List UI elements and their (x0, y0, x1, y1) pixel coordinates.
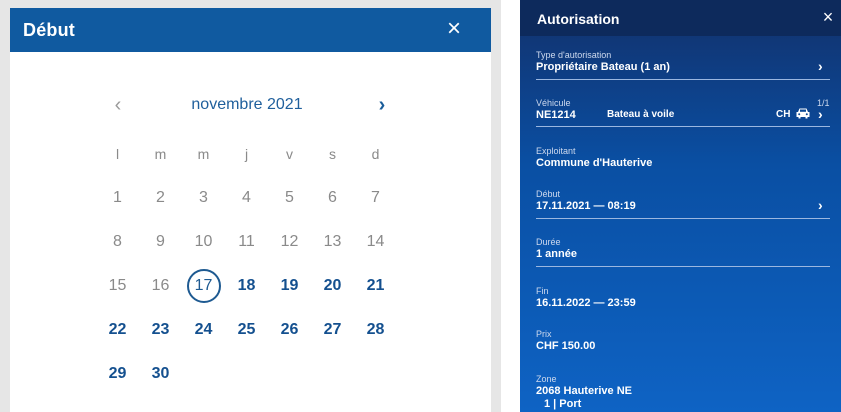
weekday-label: v (286, 146, 293, 162)
calendar-day[interactable]: 19 (268, 264, 311, 308)
calendar-day: 8 (113, 233, 122, 250)
calendar-day[interactable]: 28 (354, 308, 397, 352)
calendar-day[interactable]: 30 (139, 352, 182, 396)
weekday-label: m (154, 146, 167, 162)
calendar-day: 11 (238, 233, 255, 250)
field-divider (536, 266, 830, 267)
calendar-day: 7 (371, 189, 380, 206)
calendar-grid: l m m j v s d 1 2 3 4 5 6 7 8 9 10 11 12 13 14 15 16 17 1… (96, 132, 397, 396)
duration-field[interactable]: Durée 1 année (520, 237, 841, 271)
field-label: Début (536, 189, 561, 199)
weekday-label: m (197, 146, 210, 162)
close-icon[interactable]: × (818, 7, 838, 27)
field-label: Exploitant (536, 146, 576, 156)
calendar-day: 13 (323, 233, 342, 250)
date-picker-panel: Début × ‹ novembre 2021 › l m m j v s d … (10, 8, 491, 412)
calendar-day: 6 (328, 189, 337, 206)
calendar-day: 4 (242, 189, 251, 206)
field-label: Prix (536, 329, 552, 339)
field-label: Véhicule (536, 98, 571, 108)
field-value: Propriétaire Bateau (1 an) (536, 61, 670, 73)
vehicle-type: Bateau à voile (607, 109, 675, 120)
field-divider (536, 218, 830, 219)
calendar-day: 12 (280, 233, 299, 250)
zone-sub-value: 1 | Port (544, 398, 582, 410)
field-label: Durée (536, 237, 561, 247)
vehicle-plate: NE1214 (536, 109, 576, 121)
zone-field: Zone 2068 Hauterive NE 1 | Port (520, 374, 841, 412)
chevron-left-icon[interactable]: ‹ (108, 94, 128, 118)
calendar-day: 1 (113, 189, 122, 206)
weekday-label: l (115, 146, 120, 162)
field-label: Zone (536, 374, 557, 384)
month-label[interactable]: novembre 2021 (172, 96, 322, 114)
calendar-day[interactable]: 23 (139, 308, 182, 352)
end-field: Fin 16.11.2022 — 23:59 (520, 286, 841, 316)
vehicle-country: CH (776, 109, 791, 120)
field-label: Fin (536, 286, 549, 296)
field-divider (536, 126, 830, 127)
car-icon (796, 108, 810, 119)
calendar-day: 2 (156, 189, 165, 206)
authorisation-title: Autorisation (537, 11, 620, 27)
calendar-day: 15 (108, 277, 127, 294)
chevron-right-icon[interactable]: › (818, 106, 823, 122)
start-field[interactable]: Début 17.11.2021 — 08:19 › (520, 189, 841, 223)
field-value: 1 année (536, 248, 577, 260)
date-picker-header: Début × (10, 8, 491, 52)
calendar-day: 3 (199, 189, 208, 206)
field-value: CHF 150.00 (536, 340, 596, 352)
calendar-day[interactable]: 25 (225, 308, 268, 352)
vehicle-field[interactable]: Véhicule 1/1 NE1214 Bateau à voile CH › (520, 98, 841, 132)
field-value: 17.11.2021 — 08:19 (536, 200, 636, 212)
calendar-day-selected[interactable]: 17 (182, 264, 225, 308)
calendar-day[interactable]: 18 (225, 264, 268, 308)
calendar-day[interactable]: 26 (268, 308, 311, 352)
calendar-day: 14 (366, 233, 385, 250)
operator-field: Exploitant Commune d'Hauterive (520, 146, 841, 176)
date-picker-title: Début (23, 20, 75, 40)
authorisation-header: Autorisation × (520, 0, 841, 36)
weekday-label: s (329, 146, 336, 162)
field-value: 16.11.2022 — 23:59 (536, 297, 636, 309)
chevron-right-icon[interactable]: › (818, 58, 823, 74)
date-picker-dialog: Début × ‹ novembre 2021 › l m m j v s d … (0, 0, 501, 412)
calendar-day[interactable]: 29 (96, 352, 139, 396)
authorisation-type-field[interactable]: Type d'autorisation Propriétaire Bateau … (520, 50, 841, 84)
calendar-day: 9 (156, 233, 165, 250)
calendar-day[interactable]: 22 (96, 308, 139, 352)
close-icon[interactable]: × (441, 16, 467, 42)
calendar-day[interactable]: 27 (311, 308, 354, 352)
calendar-day[interactable]: 24 (182, 308, 225, 352)
price-field: Prix CHF 150.00 (520, 329, 841, 359)
field-value: Commune d'Hauterive (536, 157, 653, 169)
chevron-right-icon[interactable]: › (372, 94, 392, 118)
calendar-day: 5 (285, 189, 294, 206)
calendar-day: 10 (194, 233, 213, 250)
field-value: 2068 Hauterive NE (536, 385, 632, 397)
field-label: Type d'autorisation (536, 50, 612, 60)
calendar-day[interactable]: 20 (311, 264, 354, 308)
calendar-day[interactable]: 21 (354, 264, 397, 308)
weekday-label: j (244, 146, 249, 162)
weekday-label: d (371, 146, 380, 162)
field-divider (536, 79, 830, 80)
chevron-right-icon[interactable]: › (818, 197, 823, 213)
month-navigation: ‹ novembre 2021 › (102, 94, 392, 118)
authorisation-panel: Autorisation × Type d'autorisation Propr… (520, 0, 841, 412)
calendar-day: 16 (151, 277, 170, 294)
